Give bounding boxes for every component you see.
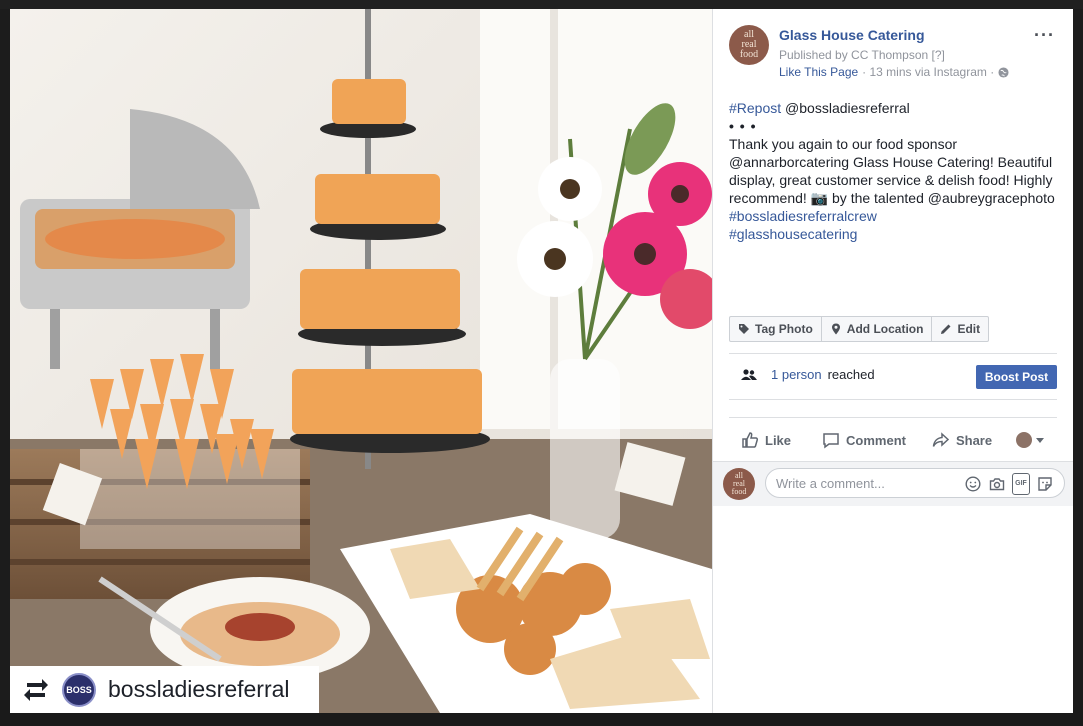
backdrop-top xyxy=(0,0,1083,9)
comment-placeholder: Write a comment... xyxy=(776,475,885,491)
share-arrow-icon xyxy=(932,432,950,447)
hashtag-bossladiesreferralcrew[interactable]: #bossladiesreferralcrew xyxy=(729,207,1063,225)
photo-action-bar: Tag Photo Add Location Edit xyxy=(729,316,990,342)
comment-tools: GIF xyxy=(964,469,1054,499)
edit-button[interactable]: Edit xyxy=(932,317,988,341)
sticker-button[interactable] xyxy=(1036,475,1054,493)
post-line: display, great customer service & delish… xyxy=(729,172,1053,188)
gif-icon: GIF xyxy=(1012,473,1030,495)
add-location-label: Add Location xyxy=(846,322,924,336)
page-avatar[interactable]: all real food xyxy=(729,25,769,65)
engagement-bar: Like Comment Share xyxy=(729,425,1057,455)
post-dots: • • • xyxy=(729,118,757,134)
more-options-button[interactable]: ··· xyxy=(1034,25,1055,46)
post-time-source: · 13 mins via Instagram · xyxy=(862,65,995,79)
like-page-link[interactable]: Like This Page xyxy=(779,65,858,79)
catering-photo-illustration xyxy=(10,9,712,713)
tag-icon xyxy=(739,324,749,334)
page-name-link[interactable]: Glass House Catering xyxy=(779,27,925,43)
repost-handle: bossladiesreferral xyxy=(108,676,290,702)
emoji-button[interactable] xyxy=(964,475,982,493)
thumbs-up-icon xyxy=(742,432,759,448)
tag-photo-label: Tag Photo xyxy=(755,322,813,336)
post-text: #Repost @bossladiesreferral • • • Thank … xyxy=(729,99,1063,243)
divider xyxy=(729,417,1057,418)
post-as-selector[interactable] xyxy=(1016,432,1045,448)
reach-summary: 1 person reached xyxy=(741,367,875,382)
post-photo[interactable] xyxy=(10,9,712,713)
boost-post-button[interactable]: Boost Post xyxy=(976,365,1057,389)
comment-label: Comment xyxy=(846,432,906,448)
reach-suffix: reached xyxy=(827,367,875,382)
sticker-icon xyxy=(1038,477,1052,491)
page-avatar-line: food xyxy=(739,49,759,60)
photo-attach-button[interactable] xyxy=(988,475,1006,493)
comment-input[interactable]: Write a comment... GIF xyxy=(765,468,1065,498)
gif-button[interactable]: GIF xyxy=(1012,473,1030,495)
location-pin-icon xyxy=(831,323,840,335)
comment-composer: all real food Write a comment... GIF xyxy=(713,461,1073,506)
chevron-down-icon xyxy=(1036,437,1045,443)
repost-mention: @bossladiesreferral xyxy=(781,100,910,116)
hashtag-repost[interactable]: #Repost xyxy=(729,100,781,116)
add-location-button[interactable]: Add Location xyxy=(822,317,933,341)
post-line-repost: #Repost @bossladiesreferral xyxy=(729,99,1063,117)
like-button[interactable]: Like xyxy=(741,431,791,449)
commenter-avatar-line: food xyxy=(731,487,747,496)
comment-button[interactable]: Comment xyxy=(822,431,906,449)
post-line: Thank you again to our food sponsor xyxy=(729,136,958,152)
post-side-pane: all real food Glass House Catering Publi… xyxy=(712,9,1073,713)
divider xyxy=(729,399,1057,400)
post-line: @annarborcatering Glass House Catering! … xyxy=(729,154,1053,170)
pane-divider xyxy=(712,9,713,713)
share-label: Share xyxy=(955,432,993,448)
edit-label: Edit xyxy=(957,322,981,336)
share-button[interactable]: Share xyxy=(932,431,992,449)
pencil-icon xyxy=(941,324,951,334)
post-meta: Like This Page · 13 mins via Instagram · xyxy=(779,65,1009,79)
people-icon xyxy=(741,368,757,380)
like-label: Like xyxy=(765,432,792,448)
repost-avatar: BOSS xyxy=(62,672,96,707)
camera-icon xyxy=(989,478,1005,491)
published-by: Published by CC Thompson [?] xyxy=(779,48,945,62)
commenter-avatar: all real food xyxy=(723,468,755,500)
tag-photo-button[interactable]: Tag Photo xyxy=(730,317,822,341)
repost-icon xyxy=(24,678,48,701)
divider xyxy=(729,353,1057,354)
comment-bubble-icon xyxy=(823,433,839,449)
globe-icon xyxy=(998,66,1009,78)
reactor-avatar xyxy=(1016,432,1033,448)
repost-watermark: BOSS bossladiesreferral xyxy=(10,666,319,713)
hashtag-glasshousecatering[interactable]: #glasshousecatering xyxy=(729,225,1063,243)
reach-count-link[interactable]: 1 person xyxy=(771,367,822,382)
post-line: recommend! 📷 by the talented @aubreygrac… xyxy=(729,190,1055,206)
smiley-icon xyxy=(965,476,981,492)
